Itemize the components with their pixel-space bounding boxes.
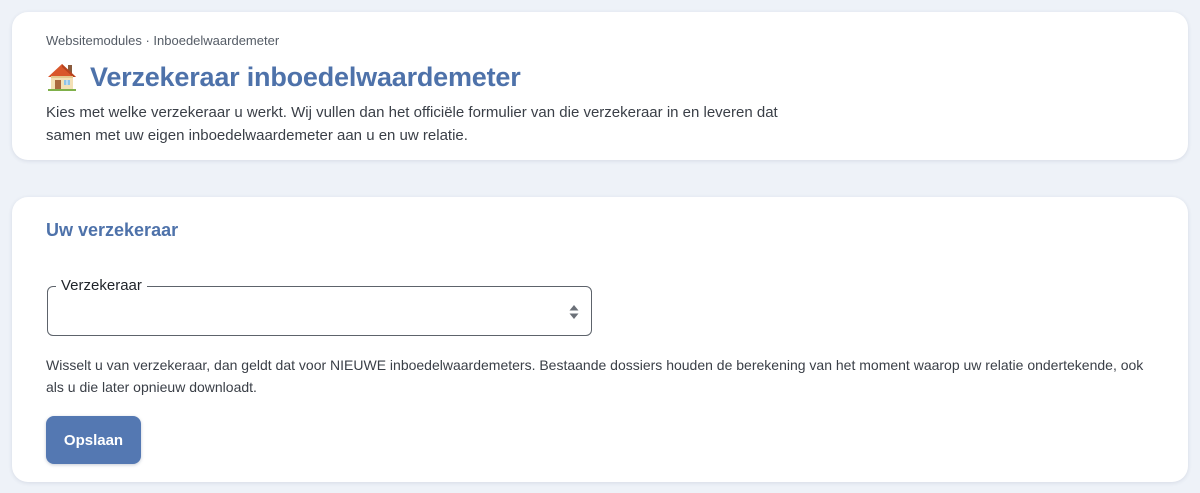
help-text: Wisselt u van verzekeraar, dan geldt dat… (46, 357, 1144, 395)
select-updown-icon (569, 304, 579, 320)
title-row: Verzekeraar inboedelwaardemeter (46, 57, 1154, 97)
form-card: Uw verzekeraar Verzekeraar Wisselt u van… (12, 197, 1188, 482)
section-title: Uw verzekeraar (46, 220, 179, 240)
house-icon (46, 62, 78, 92)
page-title: Verzekeraar inboedelwaardemeter (90, 61, 521, 92)
header-card: Websitemodules · Inboedelwaardemeter Ver… (12, 12, 1188, 160)
breadcrumb: Websitemodules · Inboedelwaardemeter (46, 33, 280, 48)
insurer-select-label: Verzekeraar (56, 276, 147, 296)
intro-text: Kies met welke verzekeraar u werkt. Wij … (46, 104, 778, 144)
save-button[interactable]: Opslaan (46, 416, 141, 464)
insurer-select[interactable]: Verzekeraar (47, 276, 592, 336)
